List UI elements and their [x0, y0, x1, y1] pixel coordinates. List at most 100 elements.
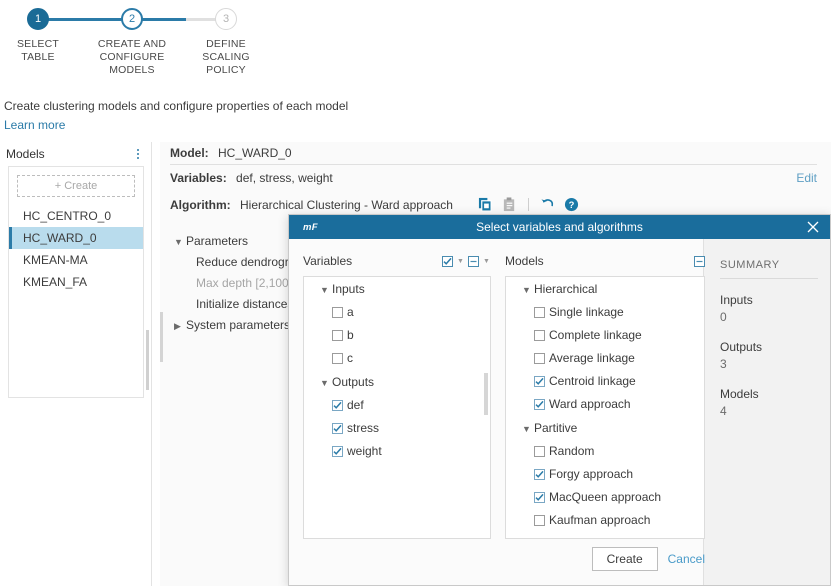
models-group-hierarchical[interactable]: ▼ Hierarchical	[506, 277, 704, 301]
checkbox-unchecked-icon[interactable]	[332, 330, 343, 341]
model-option-random-label: Random	[549, 444, 595, 458]
kebab-menu-icon[interactable]	[132, 147, 144, 161]
model-option-ward-approach[interactable]: Ward approach	[506, 393, 704, 416]
summary-key-outputs: Outputs	[720, 340, 763, 354]
variable-option-a[interactable]: a	[304, 301, 490, 324]
sidebar-item-kmean-fa[interactable]: KMEAN_FA	[9, 271, 143, 293]
chevron-down-icon[interactable]: ▼	[482, 258, 491, 265]
model-option-single-linkage[interactable]: Single linkage	[506, 301, 704, 324]
cancel-button[interactable]: Cancel	[668, 552, 705, 566]
paste-icon[interactable]	[502, 197, 517, 212]
checkbox-checked-icon[interactable]	[534, 376, 545, 387]
learn-more-link[interactable]: Learn more	[4, 118, 65, 132]
checkbox-unchecked-icon[interactable]	[534, 446, 545, 457]
variables-panel-header: Variables ▼ ▼	[303, 251, 491, 271]
checkbox-checked-icon[interactable]	[332, 446, 343, 457]
sidebar-item-kmean-ma[interactable]: KMEAN-MA	[9, 249, 143, 271]
model-option-average-linkage[interactable]: Average linkage	[506, 347, 704, 370]
checkbox-checked-icon[interactable]	[442, 255, 453, 267]
checkbox-unchecked-icon[interactable]	[534, 307, 545, 318]
summary-value-inputs: 0	[720, 310, 727, 324]
stepper-step-1[interactable]: 1 SELECT TABLE	[0, 8, 85, 64]
model-option-macqueen-approach[interactable]: MacQueen approach	[506, 486, 704, 509]
variable-option-def-label: def	[347, 398, 364, 412]
variables-group-outputs[interactable]: ▼ Outputs	[304, 370, 490, 394]
models-list[interactable]: ▼ Hierarchical Single linkage Complete li…	[505, 276, 705, 539]
chevron-down-icon: ▼	[174, 237, 183, 247]
model-option-complete-linkage[interactable]: Complete linkage	[506, 324, 704, 347]
variable-option-def[interactable]: def	[304, 394, 490, 417]
summary-row-inputs: Inputs 0	[720, 292, 830, 326]
chevron-down-icon: ▼	[522, 285, 531, 295]
variable-option-a-label: a	[347, 305, 354, 319]
models-sidebar-title: Models	[6, 147, 45, 161]
variable-option-stress-label: stress	[347, 421, 380, 435]
models-panel-title: Models	[505, 254, 544, 268]
create-model-button[interactable]: + Create	[17, 175, 135, 197]
close-icon[interactable]	[806, 220, 820, 234]
dialog-titlebar: mF Select variables and algorithms	[289, 215, 830, 239]
checkbox-checked-icon[interactable]	[332, 423, 343, 434]
select-variables-dialog: mF Select variables and algorithms Varia…	[288, 214, 831, 586]
copy-icon[interactable]	[478, 197, 493, 212]
model-option-centroid-linkage-label: Centroid linkage	[549, 374, 636, 388]
summary-value-outputs: 3	[720, 357, 727, 371]
models-panel-controls	[694, 255, 705, 267]
model-row-value: HC_WARD_0	[218, 146, 292, 160]
chevron-down-icon[interactable]: ▼	[456, 258, 465, 265]
variables-group-inputs[interactable]: ▼ Inputs	[304, 277, 490, 301]
models-list-panel: + Create HC_CENTRO_0 HC_WARD_0 KMEAN-MA …	[8, 166, 144, 398]
create-button[interactable]: Create	[591, 547, 658, 571]
models-group-partitive-label: Partitive	[534, 421, 578, 435]
variable-option-b[interactable]: b	[304, 324, 490, 347]
checkbox-checked-icon[interactable]	[332, 400, 343, 411]
collapse-box-icon[interactable]	[694, 255, 705, 267]
variables-list[interactable]: ▼ Inputs a b c ▼ Outputs def stress weig…	[303, 276, 491, 539]
summary-key-models: Models	[720, 387, 759, 401]
models-group-hierarchical-label: Hierarchical	[534, 282, 598, 296]
model-option-centroid-linkage[interactable]: Centroid linkage	[506, 370, 704, 393]
checkbox-unchecked-icon[interactable]	[332, 353, 343, 364]
checkbox-unchecked-icon[interactable]	[534, 515, 545, 526]
chevron-down-icon: ▼	[320, 378, 329, 388]
checkbox-checked-icon[interactable]	[534, 492, 545, 503]
main-scrollbar[interactable]	[160, 312, 163, 362]
model-option-kaufman-approach[interactable]: Kaufman approach	[506, 509, 704, 532]
model-option-random[interactable]: Random	[506, 440, 704, 463]
variable-option-c[interactable]: c	[304, 347, 490, 370]
variable-option-b-label: b	[347, 328, 354, 342]
model-row-label: Model:	[170, 146, 209, 160]
sidebar-scrollbar[interactable]	[146, 330, 149, 390]
sidebar-item-hc-centro-0[interactable]: HC_CENTRO_0	[9, 205, 143, 227]
undo-icon[interactable]	[540, 197, 555, 212]
variables-list-scrollbar[interactable]	[484, 373, 488, 415]
checkbox-unchecked-icon[interactable]	[332, 307, 343, 318]
model-option-kaufman-approach-label: Kaufman approach	[549, 513, 651, 527]
variable-option-stress[interactable]: stress	[304, 417, 490, 440]
summary-title: SUMMARY	[720, 259, 818, 279]
stepper-circle-1[interactable]: 1	[27, 8, 49, 30]
variable-option-weight-label: weight	[347, 444, 382, 458]
create-model-label: + Create	[54, 180, 98, 192]
variables-panel-title: Variables	[303, 254, 353, 268]
help-icon[interactable]: ?	[564, 197, 579, 212]
collapse-box-icon[interactable]	[468, 255, 479, 267]
variables-row-value: def, stress, weight	[236, 171, 333, 185]
models-group-partitive[interactable]: ▼ Partitive	[506, 416, 704, 440]
checkbox-checked-icon[interactable]	[534, 469, 545, 480]
model-option-single-linkage-label: Single linkage	[549, 305, 624, 319]
app-logo: mF	[303, 221, 318, 233]
variable-option-weight[interactable]: weight	[304, 440, 490, 463]
sidebar-item-hc-ward-0[interactable]: HC_WARD_0	[9, 227, 143, 249]
checkbox-checked-icon[interactable]	[534, 399, 545, 410]
model-option-forgy-approach-label: Forgy approach	[549, 467, 634, 481]
checkbox-unchecked-icon[interactable]	[534, 353, 545, 364]
dialog-main-area: Variables ▼ ▼ ▼ Inputs a b c ▼ Outputs d…	[289, 239, 705, 585]
stepper-circle-3[interactable]: 3	[215, 8, 237, 30]
model-option-macqueen-approach-label: MacQueen approach	[549, 490, 662, 504]
summary-panel: SUMMARY Inputs 0 Outputs 3 Models 4	[703, 239, 830, 585]
edit-variables-link[interactable]: Edit	[796, 165, 817, 191]
stepper-circle-2[interactable]: 2	[121, 8, 143, 30]
checkbox-unchecked-icon[interactable]	[534, 330, 545, 341]
model-option-forgy-approach[interactable]: Forgy approach	[506, 463, 704, 486]
